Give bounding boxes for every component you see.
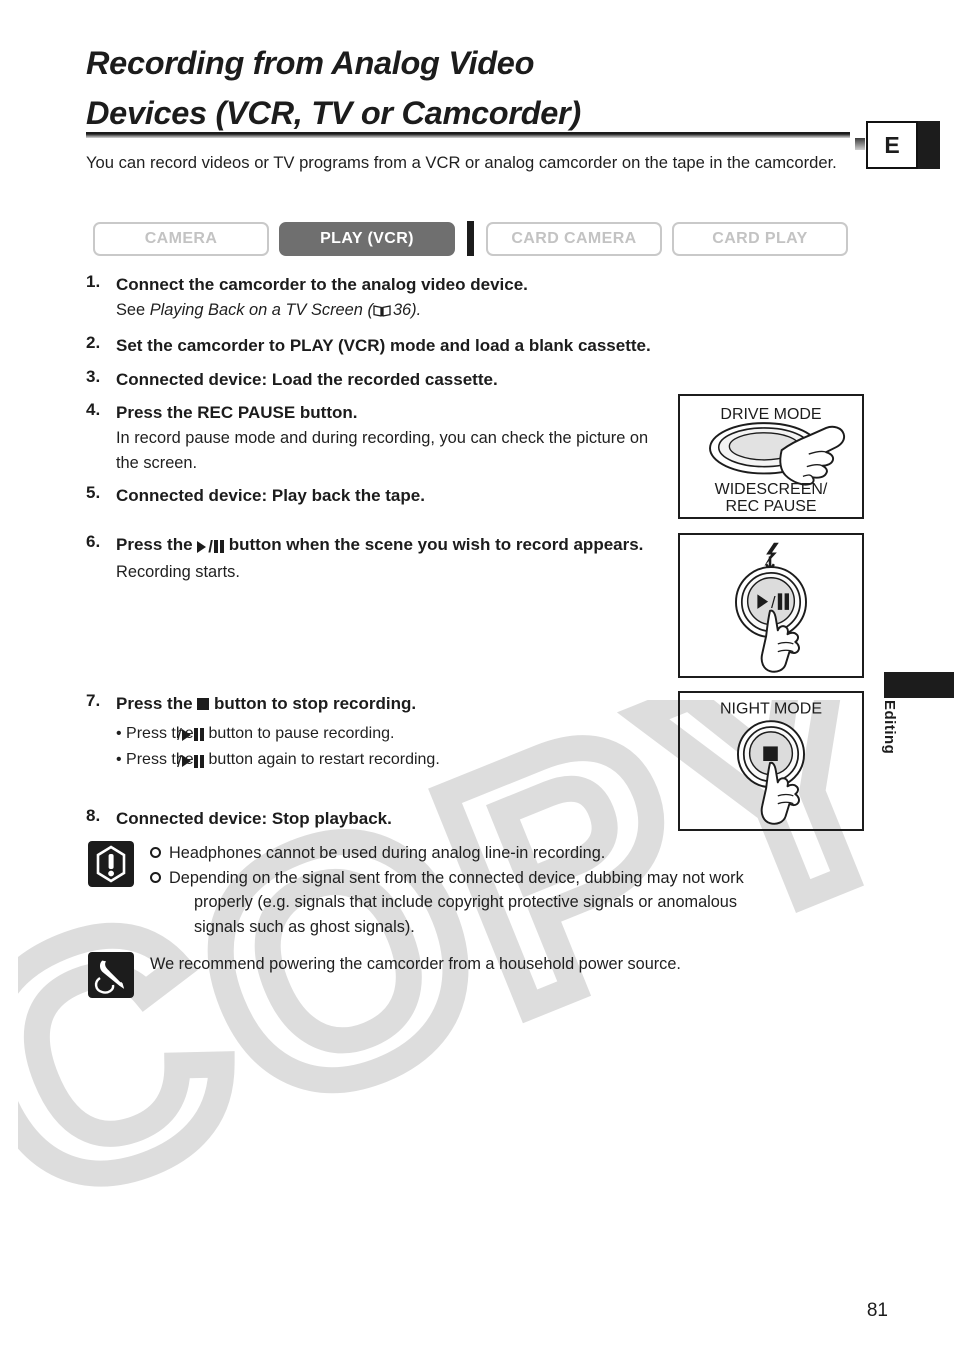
- step-7-bullet-2-suffix: button again to restart recording.: [204, 751, 440, 769]
- document-page: COPY Recording from Analog Video Devices…: [0, 0, 954, 1357]
- mode-divider: [467, 221, 474, 256]
- step-3-number: 3.: [86, 367, 101, 386]
- warning-item-2-line-2: properly (e.g. signals that include copy…: [194, 893, 737, 911]
- step-7: 7. Press the button to stop recording. •…: [86, 691, 666, 774]
- warning-note-text: Headphones cannot be used during analog …: [150, 841, 744, 939]
- svg-text:/: /: [771, 593, 776, 612]
- warning-item-1: Headphones cannot be used during analog …: [150, 841, 744, 866]
- side-tab-label: Editing: [881, 700, 898, 755]
- step-1-close-paren: ).: [411, 301, 422, 319]
- night-mode-label: NIGHT MODE: [720, 699, 822, 717]
- marker-dash: [855, 138, 865, 150]
- page-title-line-2: Devices (VCR, TV or Camcorder): [86, 95, 581, 131]
- step-6-subtext: Recording starts.: [116, 562, 240, 581]
- step-4-number: 4.: [86, 400, 101, 419]
- step-1-number: 1.: [86, 272, 101, 291]
- mode-button-card-camera[interactable]: CARD CAMERA: [486, 221, 662, 256]
- language-marker: E: [866, 121, 940, 169]
- step-7-number: 7.: [86, 691, 101, 710]
- step-7-title-prefix: Press the: [116, 694, 198, 713]
- open-circle-bullet-icon: [150, 871, 161, 883]
- book-icon: [373, 300, 391, 317]
- step-1-subtext: See Playing Back on a TV Screen (36).: [116, 298, 846, 323]
- widescreen-label: WIDESCREEN/: [715, 481, 828, 498]
- step-2-number: 2.: [86, 333, 101, 352]
- step-1: 1. Connect the camcorder to the analog v…: [86, 272, 846, 323]
- memo-note: We recommend powering the camcorder from…: [88, 952, 868, 998]
- step-2-title: Set the camcorder to PLAY (VCR) mode and…: [116, 336, 651, 355]
- step-6-title-suffix: button when the scene you wish to record…: [224, 535, 644, 554]
- step-7-bullet-1-suffix: button to pause recording.: [204, 725, 395, 742]
- step-5-number: 5.: [86, 483, 101, 502]
- step-4-title: Press the REC PAUSE button.: [116, 403, 358, 422]
- step-1-reference-title: Playing Back on a TV Screen: [149, 301, 363, 319]
- step-4-subtext: In record pause mode and during recordin…: [116, 429, 649, 472]
- warning-item-1-text: Headphones cannot be used during analog …: [169, 844, 606, 862]
- step-3-title: Connected device: Load the recorded cass…: [116, 370, 498, 389]
- mode-button-camera[interactable]: CAMERA: [93, 221, 269, 256]
- step-1-see-prefix: See: [116, 301, 150, 319]
- step-6-number: 6.: [86, 532, 101, 551]
- warning-item-2-line-1: Depending on the signal sent from the co…: [169, 868, 744, 887]
- step-3: 3. Connected device: Load the recorded c…: [86, 367, 866, 393]
- step-1-open-paren: (: [362, 301, 373, 319]
- step-8-title: Connected device: Stop playback.: [116, 809, 392, 828]
- illustration-night-mode-stop: NIGHT MODE: [678, 691, 864, 831]
- stop-icon: [197, 698, 210, 710]
- page-number: 81: [866, 1300, 888, 1321]
- step-8-number: 8.: [86, 806, 101, 825]
- warning-note: Headphones cannot be used during analog …: [88, 841, 868, 939]
- step-6: 6. Press the / button when the scene you…: [86, 532, 666, 585]
- step-7-bullet-2: • Press the / button again to restart re…: [116, 747, 666, 773]
- step-5: 5. Connected device: Play back the tape.: [86, 483, 666, 509]
- step-5-title: Connected device: Play back the tape.: [116, 486, 425, 505]
- memo-note-text: We recommend powering the camcorder from…: [150, 955, 681, 973]
- open-circle-bullet-icon: [150, 847, 161, 858]
- header-divider-rule: [86, 132, 850, 138]
- language-marker-letter: E: [866, 121, 918, 169]
- illustration-drive-mode: DRIVE MODE WIDESCREEN/ REC PAUSE: [678, 394, 864, 519]
- warning-item-2: Depending on the signal sent from the co…: [150, 866, 744, 940]
- step-1-page-number: 36: [392, 301, 412, 319]
- mode-button-card-play[interactable]: CARD PLAY: [672, 221, 848, 256]
- page-title: Recording from Analog Video Devices (VCR…: [86, 38, 786, 138]
- drive-mode-label: DRIVE MODE: [720, 406, 821, 423]
- mode-button-play-vcr[interactable]: PLAY (VCR): [279, 221, 455, 256]
- step-6-title: Press the / button when the scene you wi…: [116, 532, 666, 560]
- step-7-title: Press the button to stop recording.: [116, 691, 666, 717]
- page-title-line-1: Recording from Analog Video: [86, 45, 535, 81]
- warning-icon: [88, 841, 134, 887]
- step-4: 4. Press the REC PAUSE button. In record…: [86, 400, 666, 476]
- mode-selector-row: CAMERA PLAY (VCR) CARD CAMERA CARD PLAY: [93, 221, 848, 256]
- step-7-bullet-1: • Press the / button to pause recording.: [116, 721, 666, 747]
- side-tab-bar: [884, 672, 954, 698]
- step-2: 2. Set the camcorder to PLAY (VCR) mode …: [86, 333, 866, 359]
- rec-pause-label: REC PAUSE: [725, 498, 816, 515]
- step-8: 8. Connected device: Stop playback.: [86, 806, 666, 832]
- memo-pencil-icon: [88, 952, 134, 998]
- language-marker-block: [918, 121, 940, 169]
- play-pause-icon: /: [197, 533, 224, 560]
- warning-item-2-line-3: signals such as ghost signals).: [194, 917, 415, 936]
- illustration-play-pause-button: /: [678, 533, 864, 678]
- step-6-title-prefix: Press the: [116, 535, 198, 554]
- step-1-title: Connect the camcorder to the analog vide…: [116, 275, 528, 294]
- intro-paragraph: You can record videos or TV programs fro…: [86, 153, 837, 172]
- step-7-title-suffix: button to stop recording.: [209, 694, 417, 713]
